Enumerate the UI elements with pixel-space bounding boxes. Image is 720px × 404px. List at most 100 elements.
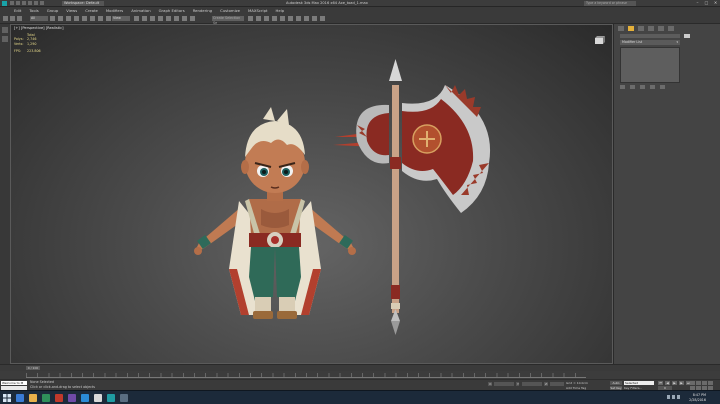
menu-item-edit[interactable]: Edit [14,8,21,13]
rendered-frame-window-icon[interactable] [312,16,317,21]
battle-axe-model[interactable] [327,45,497,337]
menu-item-maxscript[interactable]: MAXScript [248,8,268,13]
menu-item-tools[interactable]: Tools [29,8,38,13]
y-coord-field[interactable] [522,382,542,386]
layer-icon[interactable] [2,36,8,42]
photoshop-app-icon[interactable] [68,394,76,402]
link-icon[interactable] [3,16,8,21]
object-name-field[interactable] [620,34,680,38]
network-icon[interactable] [667,395,670,399]
layer-explorer-icon[interactable] [264,16,269,21]
utilities-tab-icon[interactable] [668,26,674,31]
scale-icon[interactable] [98,16,103,21]
key-selection-dropdown[interactable]: Selected [624,381,654,385]
modifier-stack[interactable] [620,47,680,83]
redo-icon[interactable] [34,1,38,5]
perspective-viewport[interactable]: [+] [Perspective] [Realistic] Total Poly… [10,24,613,364]
select-object-icon[interactable] [50,16,55,21]
workspace-dropdown[interactable]: Workspace: Default [62,1,104,6]
menu-item-graph-editors[interactable]: Graph Editors [159,8,185,13]
battery-icon[interactable] [677,395,680,399]
zoom-icon[interactable] [690,381,695,385]
make-unique-icon[interactable] [640,85,645,89]
unlink-icon[interactable] [10,16,15,21]
menu-item-create[interactable]: Create [85,8,98,13]
show-end-result-icon[interactable] [630,85,635,89]
x-coord-field[interactable] [494,382,514,386]
search-input[interactable]: Type a keyword or phrase [584,1,636,6]
menu-item-animation[interactable]: Animation [131,8,150,13]
maxscript-listener[interactable]: Welcome to M [1,381,27,385]
z-coord-field[interactable] [550,382,564,386]
configure-modifier-sets-icon[interactable] [660,85,665,89]
viewcube[interactable] [593,35,607,46]
next-frame-icon[interactable]: ▶ [679,381,684,385]
new-file-icon[interactable] [10,1,14,5]
pin-stack-icon[interactable] [620,85,625,89]
modifier-list-dropdown[interactable]: Modifier List [620,40,680,45]
store-app-icon[interactable] [42,394,50,402]
reference-coordinate-dropdown[interactable]: View [112,16,130,21]
browser-app-icon[interactable] [16,394,24,402]
auto-key-button[interactable]: Auto Key [610,381,622,389]
spinner-snap-icon[interactable] [182,16,187,21]
create-tab-icon[interactable] [618,26,624,31]
open-file-icon[interactable] [16,1,20,5]
edit-named-selection-icon[interactable] [190,16,195,21]
rectangle-selection-icon[interactable] [66,16,71,21]
motion-tab-icon[interactable] [648,26,654,31]
menu-item-group[interactable]: Group [47,8,59,13]
file-explorer-app-icon[interactable] [29,394,37,402]
menu-item-customize[interactable]: Customize [220,8,240,13]
mirror-icon[interactable] [248,16,253,21]
time-slider[interactable]: 0 / 100 [26,366,40,370]
window-crossing-icon[interactable] [74,16,79,21]
go-to-start-icon[interactable]: ⏮ [658,381,663,385]
menu-item-views[interactable]: Views [66,8,77,13]
windows-start-icon[interactable] [3,394,11,402]
display-tab-icon[interactable] [658,26,664,31]
media-app-icon[interactable] [55,394,63,402]
pivot-icon[interactable] [134,16,139,21]
move-icon[interactable] [82,16,87,21]
selection-filter-dropdown[interactable]: All [30,16,48,21]
material-editor-icon[interactable] [296,16,301,21]
angle-snap-icon[interactable] [166,16,171,21]
select-by-name-icon[interactable] [58,16,63,21]
minimize-button[interactable]: – [695,1,700,5]
play-icon[interactable]: ▶ [672,381,677,385]
manipulate-icon[interactable] [142,16,147,21]
3ds-max-app-icon[interactable] [107,394,115,402]
volume-icon[interactable] [672,395,675,399]
undo-icon[interactable] [28,1,32,5]
render-production-icon[interactable] [320,16,325,21]
maximize-button[interactable]: □ [704,1,709,5]
snap-toggle-icon[interactable] [158,16,163,21]
close-button[interactable]: ✕ [713,1,718,5]
keyboard-shortcut-icon[interactable] [150,16,155,21]
track-bar[interactable] [0,371,720,379]
zoom-extents-icon[interactable] [702,381,707,385]
notepad-app-icon[interactable] [94,394,102,402]
named-selection-set-dropdown[interactable]: Create Selection Se [212,16,244,25]
zoom-extents-all-icon[interactable] [708,381,713,385]
clock[interactable]: 8:47 PM 2/28/2016 [689,393,706,402]
project-folder-icon[interactable] [40,1,44,5]
scene-explorer-icon[interactable] [2,27,8,33]
modify-tab-icon[interactable] [628,26,634,31]
settings-app-icon[interactable] [120,394,128,402]
hierarchy-tab-icon[interactable] [638,26,644,31]
rotate-icon[interactable] [90,16,95,21]
save-file-icon[interactable] [22,1,26,5]
object-color-swatch[interactable] [684,34,690,38]
menu-item-modifiers[interactable]: Modifiers [106,8,123,13]
schematic-view-icon[interactable] [288,16,293,21]
curve-editor-icon[interactable] [280,16,285,21]
graphite-toolbar-icon[interactable] [272,16,277,21]
zoom-all-icon[interactable] [696,381,701,385]
bind-space-warp-icon[interactable] [17,16,22,21]
mail-app-icon[interactable] [81,394,89,402]
align-icon[interactable] [256,16,261,21]
menu-item-help[interactable]: Help [276,8,285,13]
placement-icon[interactable] [106,16,111,21]
